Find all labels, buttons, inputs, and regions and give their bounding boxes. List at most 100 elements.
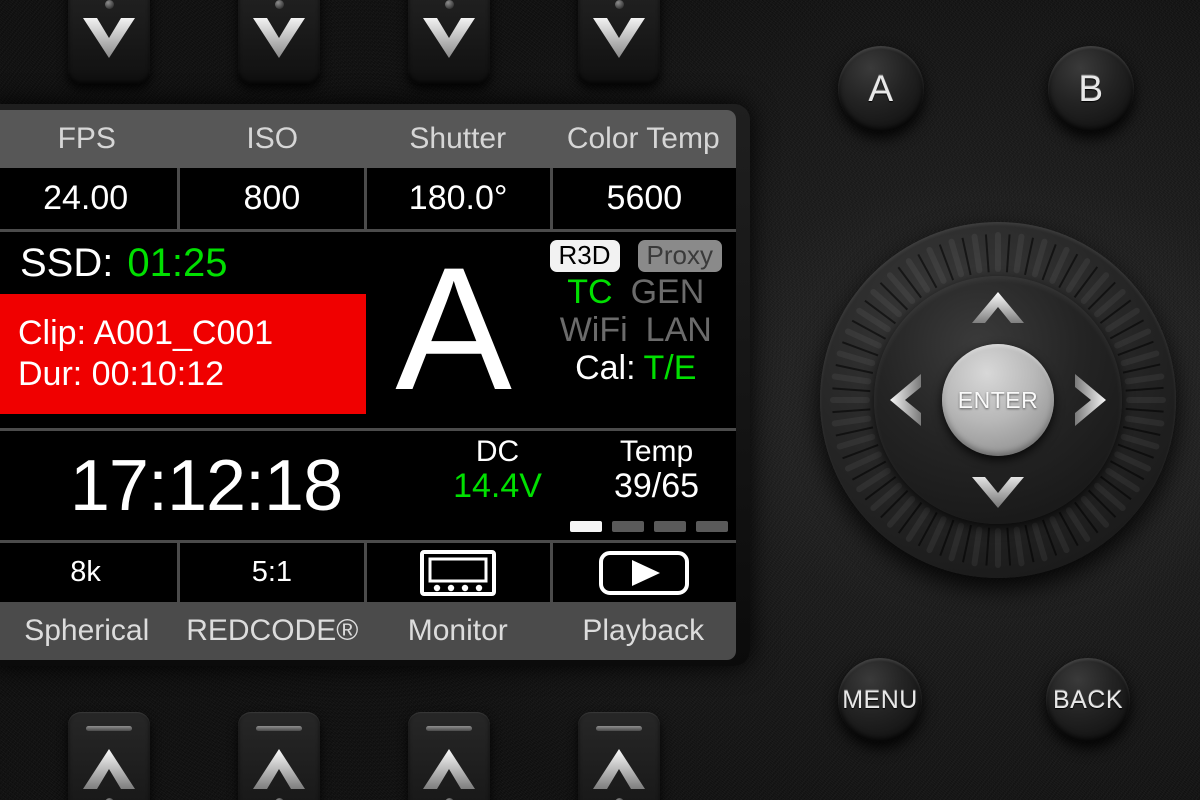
softkey-bottom-2[interactable] [238,712,320,800]
menu-value-compression[interactable]: 5:1 [180,543,367,602]
wifi-lan-row: WiFi LAN [550,312,722,348]
battery-segment-bar [570,521,728,532]
chevron-down-icon [253,18,305,58]
tc-indicator: TC [567,272,613,311]
wifi-indicator: WiFi [559,310,628,349]
chevron-up-icon [423,749,475,789]
menu-label-playback[interactable]: Playback [551,614,737,648]
parameter-label-fps: FPS [57,122,116,155]
status-display: FPS ISO Shutter Color Temp 24.00 800 180… [0,110,736,660]
battery-segment [570,521,602,532]
chevron-down-icon [423,18,475,58]
softkey-rail [86,726,132,731]
button-back[interactable]: BACK [1046,658,1130,742]
timecode-power-row: 17:12:18 DC 14.4V Temp 39/65 [0,428,736,540]
chevron-down-icon [83,18,135,58]
chevron-up-icon [83,749,135,789]
calibration-row: Cal: T/E [550,350,722,386]
ssd-label: SSD: [20,240,114,285]
battery-segment [612,521,644,532]
proxy-badge: Proxy [637,240,722,272]
parameter-value-fps[interactable]: 24.00 [0,168,181,229]
button-a-label: A [868,68,894,109]
dc-value: 14.4V [453,467,542,505]
dpad-right-icon[interactable] [1072,371,1108,429]
clip-duration: Dur: 00:10:12 [18,355,225,393]
menu-label-spherical[interactable]: Spherical [0,614,180,648]
chevron-up-icon [253,749,305,789]
menu-label-monitor[interactable]: Monitor [365,614,551,648]
ssd-status: SSD: 01:25 [0,232,362,294]
softkey-rail [426,726,472,731]
menu-label-redcode[interactable]: REDCODE® [180,614,366,648]
softkey-top-4[interactable] [578,0,660,84]
temp-value: 39/65 [613,467,700,505]
ssd-remaining-time: 01:25 [127,240,228,285]
dpad-left-icon[interactable] [888,371,924,429]
wheel-inner-disc[interactable]: ENTER [874,276,1122,524]
reel-letter: A [395,232,512,428]
menu-value-resolution[interactable]: 8k [0,543,181,602]
format-badge-row: R3D Proxy [549,240,722,272]
dpad-down-icon[interactable] [969,474,1027,510]
softkey-top-1[interactable] [68,0,150,84]
softkey-bottom-4[interactable] [578,712,660,800]
monitor-icon [420,549,497,596]
softkey-rail [596,726,642,731]
gen-indicator: GEN [630,272,705,311]
dc-meter: DC 14.4V [418,431,577,540]
softkey-dot-icon [614,0,624,9]
dc-label: DC [475,435,520,468]
power-temp-group: DC 14.4V Temp 39/65 [418,431,736,540]
softkey-top-3[interactable] [408,0,490,84]
dpad-up-icon[interactable] [969,290,1027,326]
bottom-menu-label-row: Spherical REDCODE® Monitor Playback [0,602,736,660]
chevron-up-icon [593,749,645,789]
enter-button-label: ENTER [957,386,1039,413]
button-b-label: B [1078,68,1104,109]
parameter-value-row: 24.00 800 180.0° 5600 [0,168,736,232]
temp-label: Temp [619,435,694,468]
lan-indicator: LAN [645,310,712,349]
display-bezel: FPS ISO Shutter Color Temp 24.00 800 180… [0,104,750,666]
softkey-dot-icon [104,0,114,9]
button-b[interactable]: B [1048,46,1134,132]
cal-label: Cal: [575,348,636,387]
parameter-value-shutter[interactable]: 180.0° [367,168,553,229]
softkey-dot-icon [274,0,284,9]
clip-name: Clip: A001_C001 [18,314,274,352]
enter-button[interactable]: ENTER [942,344,1054,456]
softkey-top-2[interactable] [238,0,320,84]
menu-icon-playback[interactable] [553,543,736,602]
parameter-label-color-temp: Color Temp [566,122,720,155]
softkey-bottom-1[interactable] [68,712,150,800]
battery-segment [654,521,686,532]
status-indicator-group: R3D Proxy TC GEN WiFi LAN Cal: T/E [546,232,736,428]
parameter-value-color-temp[interactable]: 5600 [553,168,736,229]
reel-identifier: A [362,232,546,428]
media-info-group: SSD: 01:25 Clip: A001_C001 Dur: 00:10:12 [0,232,366,428]
timecode-value: 17:12:18 [69,445,343,526]
softkey-bottom-3[interactable] [408,712,490,800]
button-a[interactable]: A [838,46,924,132]
bottom-menu-icon-row: 8k 5:1 [0,540,736,602]
parameter-header-row: FPS ISO Shutter Color Temp [0,110,736,168]
battery-segment [696,521,728,532]
softkey-dot-icon [444,0,454,9]
chevron-down-icon [593,18,645,58]
tc-gen-row: TC GEN [550,274,722,310]
menu-icon-monitor[interactable] [367,543,553,602]
parameter-value-iso[interactable]: 800 [180,168,367,229]
button-back-label: BACK [1052,685,1124,714]
control-wheel[interactable]: ENTER [820,222,1176,578]
play-icon [599,550,690,595]
button-menu-label: MENU [842,685,918,714]
button-menu[interactable]: MENU [838,658,922,742]
media-status-section: SSD: 01:25 Clip: A001_C001 Dur: 00:10:12… [0,232,736,428]
parameter-label-iso: ISO [246,122,299,155]
r3d-badge: R3D [549,240,620,272]
camera-control-panel: A B MENU BACK ENTER FPS ISO Shutter Colo… [0,0,1200,800]
parameter-label-shutter: Shutter [409,122,507,155]
softkey-rail [256,726,302,731]
recording-indicator: Clip: A001_C001 Dur: 00:10:12 [0,294,366,414]
